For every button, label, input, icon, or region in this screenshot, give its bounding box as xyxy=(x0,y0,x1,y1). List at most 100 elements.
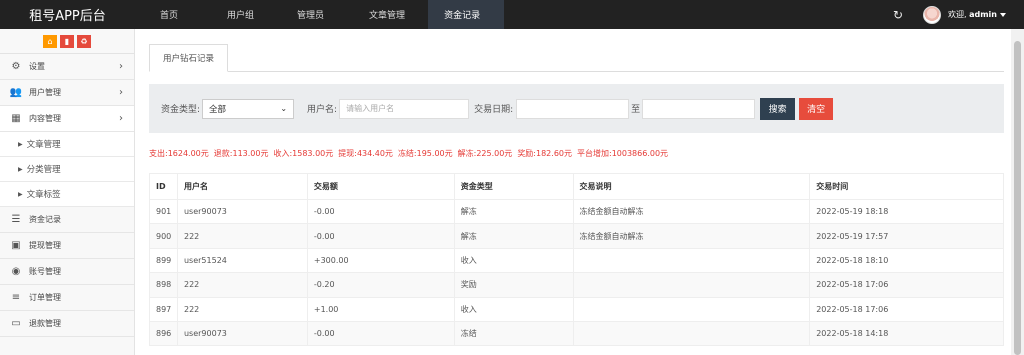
summary-withdraw: 提现:434.40元 xyxy=(338,149,393,158)
nav-item-home[interactable]: 首页 xyxy=(135,0,201,29)
cell-amount: +300.00 xyxy=(306,247,455,274)
top-navbar: 租号APP后台 首页 用户组 管理员 文章管理 资金记录 ↻ 欢迎, admin xyxy=(0,0,1024,29)
cell-username: 222 xyxy=(176,296,308,322)
cell-id: 896 xyxy=(149,320,178,347)
grid-icon: ▦ xyxy=(11,113,21,124)
cell-id: 899 xyxy=(149,247,178,274)
clear-button[interactable]: 清空 xyxy=(799,97,834,120)
cell-fund-type: 解冻 xyxy=(453,198,574,225)
column-header-username: 用户名 xyxy=(176,173,308,200)
cell-username: 222 xyxy=(176,272,308,298)
user-menu[interactable]: 欢迎, admin xyxy=(948,9,1006,20)
fund-summary: 支出:1624.00元 退款:113.00元 收入:1583.00元 提现:434.4… xyxy=(149,148,673,159)
table-row[interactable]: 896 user90073 -0.00 冻结 2022-05-18 14:18 xyxy=(149,320,1004,347)
list-icon: ☰ xyxy=(11,214,21,225)
main-nav: 首页 用户组 管理员 文章管理 资金记录 xyxy=(135,0,505,29)
cell-fund-type: 收入 xyxy=(453,247,574,274)
sidebar-item-content[interactable]: ▦ 内容管理 › xyxy=(0,106,134,132)
summary-frozen: 冻结:195.00元 xyxy=(397,149,453,158)
sidebar-subitem-label: 文章标签 xyxy=(26,190,61,200)
fund-records-table: ID 用户名 交易额 资金类型 交易说明 交易时间 901 user90073 … xyxy=(149,173,1004,347)
shortcut-bar: ⌂ ▮ ♻ xyxy=(0,29,134,54)
fund-type-select[interactable]: 全部 ⌄ xyxy=(202,98,295,119)
caret-right-icon: ▶ xyxy=(18,190,23,198)
fund-type-value: 全部 xyxy=(209,104,227,115)
sidebar-subitem-categories[interactable]: ▶ 分类管理 xyxy=(0,157,134,182)
avatar[interactable] xyxy=(923,5,941,24)
table-row[interactable]: 899 user51524 +300.00 收入 2022-05-18 18:1… xyxy=(149,247,1004,274)
cell-description xyxy=(572,247,811,274)
search-button[interactable]: 搜索 xyxy=(760,97,796,120)
chevron-down-icon: ⌄ xyxy=(280,104,288,113)
sidebar-item-label: 订单管理 xyxy=(29,293,61,302)
sidebar-item-label: 提现管理 xyxy=(29,241,61,250)
table-row[interactable]: 901 user90073 -0.00 解冻 冻结金额自动解冻 2022-05-… xyxy=(149,198,1004,225)
trash-icon[interactable]: ▮ xyxy=(60,34,74,48)
sidebar-item-accounts[interactable]: ◉ 账号管理 xyxy=(0,259,134,285)
sidebar-item-withdrawals[interactable]: ▣ 提现管理 xyxy=(0,233,134,259)
tab-user-diamond-records[interactable]: 用户钻石记录 xyxy=(149,44,228,72)
brand-title[interactable]: 租号APP后台 xyxy=(0,0,135,29)
sidebar-item-refunds[interactable]: ▭ 退款管理 xyxy=(0,311,134,337)
bars-icon: ≡ xyxy=(11,292,21,303)
cell-amount: -0.00 xyxy=(306,198,455,225)
summary-income: 收入:1583.00元 xyxy=(273,149,334,158)
sidebar-item-label: 退款管理 xyxy=(29,319,61,328)
sidebar-item-label: 内容管理 xyxy=(29,114,61,123)
fund-type-label: 资金类型: xyxy=(161,105,201,115)
cell-fund-type: 冻结 xyxy=(453,320,574,347)
sidebar-item-label: 用户管理 xyxy=(29,88,61,97)
cell-amount: -0.20 xyxy=(306,272,455,298)
summary-expense: 支出:1624.00元 xyxy=(149,149,209,158)
date-end-input[interactable] xyxy=(642,98,756,119)
chevron-right-icon: › xyxy=(119,113,123,124)
caret-down-icon xyxy=(1000,12,1006,17)
tab-bar: 用户钻石记录 xyxy=(149,44,1004,72)
sidebar-subitem-tags[interactable]: ▶ 文章标签 xyxy=(0,182,134,207)
cell-time: 2022-05-19 17:57 xyxy=(809,223,1004,249)
page-scrollbar[interactable] xyxy=(1011,29,1024,355)
cell-description xyxy=(572,296,811,322)
cell-id: 897 xyxy=(149,296,178,322)
username-input[interactable]: 请输入用户名 xyxy=(339,98,470,119)
table-row[interactable]: 898 222 -0.20 奖励 2022-05-18 17:06 xyxy=(149,272,1004,298)
refresh-icon[interactable]: ↻ xyxy=(889,8,907,22)
sidebar-subitem-articles[interactable]: ▶ 文章管理 xyxy=(0,132,134,157)
date-to-label: 至 xyxy=(631,105,641,115)
nav-item-user-group[interactable]: 用户组 xyxy=(201,0,278,29)
sidebar-item-label: 账号管理 xyxy=(29,267,61,276)
user-name: admin xyxy=(969,10,997,19)
chevron-right-icon: › xyxy=(119,61,123,72)
recycle-icon[interactable]: ♻ xyxy=(77,34,91,48)
username-label: 用户名: xyxy=(307,105,338,115)
table-row[interactable]: 897 222 +1.00 收入 2022-05-18 17:06 xyxy=(149,296,1004,322)
navbar-right: ↻ 欢迎, admin xyxy=(889,0,1024,29)
nav-item-fund-records[interactable]: 资金记录 xyxy=(428,0,505,29)
cell-time: 2022-05-18 18:10 xyxy=(809,247,1004,274)
gears-icon: ⚙ xyxy=(11,61,21,72)
sidebar-item-settings[interactable]: ⚙ 设置 › xyxy=(0,54,134,80)
summary-refund: 退款:113.00元 xyxy=(213,149,269,158)
sidebar-item-label: 设置 xyxy=(29,62,45,71)
sidebar-item-users[interactable]: 👥 用户管理 › xyxy=(0,80,134,106)
cell-amount: -0.00 xyxy=(306,320,455,347)
cell-fund-type: 奖励 xyxy=(453,272,574,298)
nav-item-articles[interactable]: 文章管理 xyxy=(348,0,428,29)
table-row[interactable]: 900 222 -0.00 解冻 冻结金额自动解冻 2022-05-19 17:… xyxy=(149,223,1004,249)
column-header-fund-type: 资金类型 xyxy=(453,173,574,200)
nav-item-admins[interactable]: 管理员 xyxy=(278,0,348,29)
sidebar-item-fund-records[interactable]: ☰ 资金记录 xyxy=(0,207,134,233)
welcome-text: 欢迎, xyxy=(948,10,967,19)
chevron-right-icon: › xyxy=(119,87,123,98)
cell-username: user51524 xyxy=(176,247,308,274)
home-icon[interactable]: ⌂ xyxy=(43,34,57,48)
cell-time: 2022-05-18 14:18 xyxy=(809,320,1004,347)
scrollbar-thumb[interactable] xyxy=(1014,41,1021,355)
sidebar-item-orders[interactable]: ≡ 订单管理 xyxy=(0,285,134,311)
cell-username: user90073 xyxy=(176,320,308,347)
cell-amount: -0.00 xyxy=(306,223,455,249)
cell-username: 222 xyxy=(176,223,308,249)
date-start-input[interactable] xyxy=(516,98,630,119)
sidebar-item-label: 资金记录 xyxy=(29,215,61,224)
cell-id: 898 xyxy=(149,272,178,298)
